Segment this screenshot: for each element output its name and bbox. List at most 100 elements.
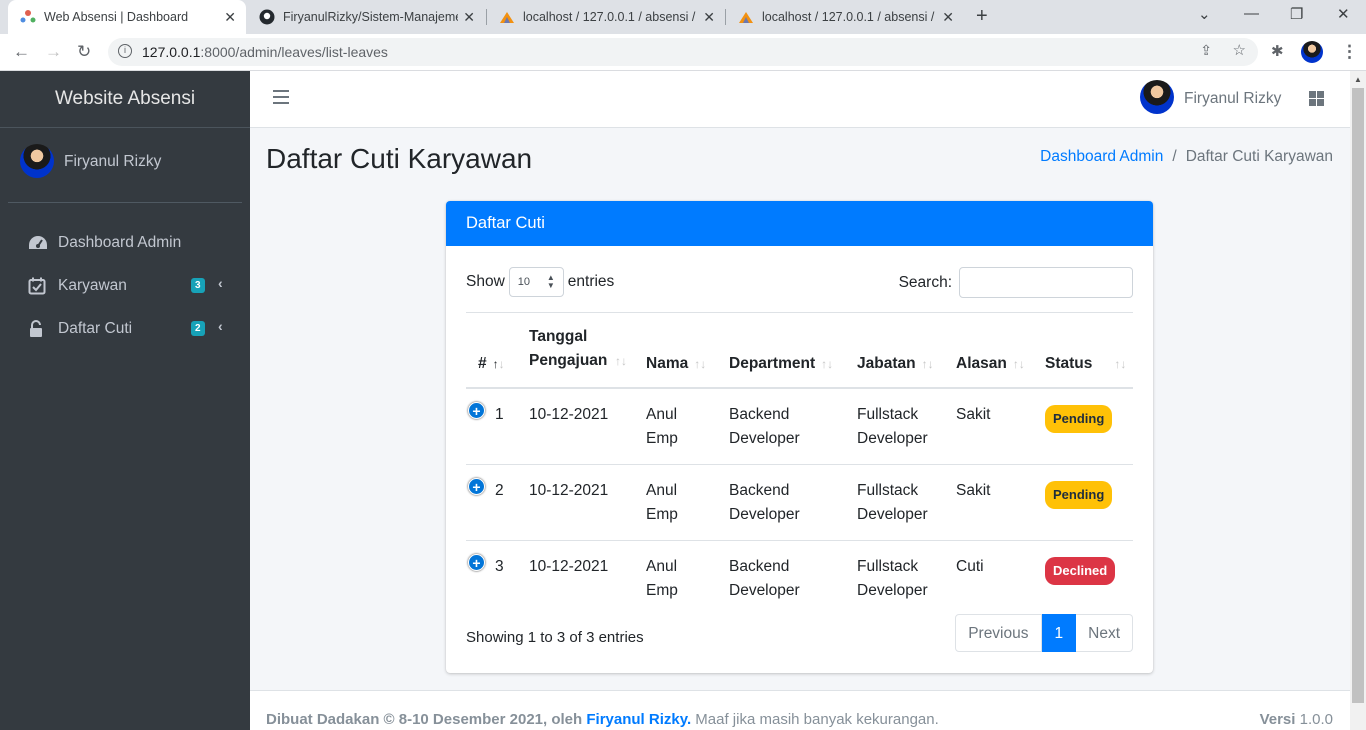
sort-icon: ↑↓ — [921, 356, 934, 371]
sort-icon: ↑↓ — [615, 353, 627, 368]
sidebar-item-daftar-cuti[interactable]: Daftar Cuti 2 ‹ — [8, 307, 242, 350]
status-badge: Pending — [1045, 480, 1113, 509]
column-header-nama[interactable]: Nama ↑↓ — [646, 312, 729, 389]
cell-tanggal: 10-12-2021 — [529, 557, 609, 575]
browser-tab[interactable]: localhost / 127.0.0.1 / absensi / le ✕ — [726, 0, 964, 34]
calendar-check-icon — [28, 277, 48, 295]
column-header-no[interactable]: # ↑↓ — [466, 312, 529, 389]
column-header-jabatan[interactable]: Jabatan ↑↓ — [857, 312, 956, 389]
browser-tab-active[interactable]: Web Absensi | Dashboard ✕ — [8, 0, 246, 34]
browser-tab-strip: Web Absensi | Dashboard ✕ FiryanulRizky/… — [0, 0, 1366, 34]
browser-tab-title: localhost / 127.0.0.1 / absensi / le — [762, 10, 937, 24]
sidebar-item-dashboard[interactable]: Dashboard Admin — [8, 221, 242, 264]
show-label: Show — [466, 273, 505, 290]
table-info: Showing 1 to 3 of 3 entries — [466, 629, 644, 646]
minimize-icon[interactable]: — — [1244, 5, 1259, 22]
pagination: Previous 1 Next — [955, 614, 1133, 652]
close-window-icon[interactable]: ✕ — [1337, 5, 1350, 23]
search-label: Search: — [898, 273, 952, 291]
url-text: 127.0.0.1:8000/admin/leaves/list-leaves — [142, 44, 388, 60]
avatar[interactable] — [1140, 80, 1174, 114]
table-row: +3 10-12-2021 Anul Emp Backend Developer… — [466, 540, 1133, 616]
count-badge: 3 — [191, 278, 205, 293]
address-bar[interactable]: i 127.0.0.1:8000/admin/leaves/list-leave… — [108, 38, 1258, 66]
browser-tab[interactable]: localhost / 127.0.0.1 / absensi / le ✕ — [487, 0, 725, 34]
column-header-status[interactable]: Status ↑↓ — [1045, 312, 1133, 389]
new-tab-icon[interactable]: + — [976, 5, 988, 28]
extensions-icon[interactable]: ✱ — [1271, 42, 1284, 60]
cell-department: Backend Developer — [729, 557, 800, 599]
column-header-department[interactable]: Department ↑↓ — [729, 312, 857, 389]
cell-tanggal: 10-12-2021 — [529, 387, 646, 465]
browser-tab-title: Web Absensi | Dashboard — [44, 10, 189, 24]
sidebar-user-panel: Firyanul Rizky — [8, 135, 242, 203]
phpmyadmin-icon — [738, 9, 754, 25]
sidebar-item-label: Daftar Cuti — [58, 319, 133, 337]
scrollbar-thumb[interactable] — [1352, 88, 1364, 703]
sidebar: Website Absensi Firyanul Rizky Dashboard… — [0, 71, 250, 730]
cell-jabatan: Fullstack Developer — [857, 464, 956, 541]
avatar — [20, 144, 54, 178]
cell-department: Backend Developer — [729, 387, 857, 465]
column-header-tanggal[interactable]: Tanggal Pengajuan ↑↓ — [529, 312, 646, 389]
sidebar-menu: Dashboard Admin Karyawan 3 ‹ Daftar Cuti… — [8, 221, 242, 350]
bookmark-star-icon[interactable]: ☆ — [1233, 41, 1246, 59]
profile-avatar[interactable] — [1301, 41, 1323, 63]
sidebar-user-name[interactable]: Firyanul Rizky — [64, 153, 161, 171]
footer-author-link[interactable]: Firyanul Rizky. — [586, 711, 691, 728]
table-row: +1 10-12-2021 Anul Emp Backend Developer… — [466, 387, 1133, 465]
sidebar-item-label: Dashboard Admin — [58, 233, 182, 251]
expand-row-icon[interactable]: + — [468, 553, 485, 571]
cell-status: Declined — [1045, 540, 1133, 616]
close-tab-icon[interactable]: ✕ — [224, 9, 236, 26]
back-icon[interactable]: ← — [13, 42, 30, 62]
sidebar-item-karyawan[interactable]: Karyawan 3 ‹ — [8, 264, 242, 307]
share-icon[interactable]: ⇪ — [1200, 42, 1212, 59]
browser-tab[interactable]: FiryanulRizky/Sistem-Manajemen ✕ — [247, 0, 485, 34]
brand-link[interactable]: Website Absensi — [0, 71, 250, 128]
sidebar-item-label: Karyawan — [58, 276, 127, 294]
breadcrumb-link-dashboard[interactable]: Dashboard Admin — [1040, 148, 1163, 165]
next-page-button[interactable]: Next — [1076, 614, 1133, 652]
breadcrumb-separator: / — [1172, 148, 1177, 165]
close-tab-icon[interactable]: ✕ — [463, 9, 475, 26]
forward-icon[interactable]: → — [45, 42, 62, 62]
page-footer: Dibuat Dadakan © 8-10 Desember 2021, ole… — [250, 690, 1350, 730]
tachometer-icon — [28, 234, 48, 252]
cell-nama: Anul Emp — [646, 557, 678, 599]
cell-status: Pending — [1045, 387, 1133, 465]
page-1-button[interactable]: 1 — [1041, 614, 1077, 652]
navbar-user-name[interactable]: Firyanul Rizky — [1184, 90, 1281, 108]
tab-search-icon[interactable]: ⌄ — [1198, 5, 1211, 23]
page-scrollbar[interactable]: ▲ — [1350, 71, 1366, 730]
scroll-up-icon[interactable]: ▲ — [1354, 75, 1362, 84]
browser-toolbar: ← → ↻ i 127.0.0.1:8000/admin/leaves/list… — [0, 34, 1366, 71]
close-tab-icon[interactable]: ✕ — [703, 9, 715, 26]
chevron-left-icon: ‹ — [218, 318, 223, 334]
search-input[interactable] — [959, 267, 1133, 298]
github-icon — [259, 9, 275, 25]
unlock-icon — [28, 319, 48, 338]
grid-apps-icon[interactable] — [1309, 91, 1324, 106]
hamburger-menu-icon[interactable] — [273, 90, 289, 108]
expand-row-icon[interactable]: + — [468, 477, 485, 495]
table-search: Search: — [899, 267, 1133, 298]
page-title: Daftar Cuti Karyawan — [266, 143, 533, 174]
column-header-alasan[interactable]: Alasan ↑↓ — [956, 312, 1045, 389]
entries-label: entries — [567, 273, 615, 290]
browser-menu-icon[interactable]: ⋮ — [1341, 42, 1358, 62]
cell-jabatan: Fullstack Developer — [857, 387, 956, 465]
count-badge: 2 — [191, 321, 205, 336]
previous-page-button[interactable]: Previous — [955, 614, 1042, 652]
restore-icon[interactable]: ❐ — [1290, 5, 1303, 23]
expand-row-icon[interactable]: + — [468, 401, 485, 419]
reload-icon[interactable]: ↻ — [77, 42, 91, 62]
close-tab-icon[interactable]: ✕ — [942, 9, 954, 26]
card-title: Daftar Cuti — [446, 201, 1153, 246]
entries-select[interactable]: 10 ▲ ▼ — [508, 267, 564, 297]
phpmyadmin-icon — [499, 9, 515, 25]
breadcrumb-current: Daftar Cuti Karyawan — [1185, 148, 1333, 165]
footer-note: Maaf jika masih banyak kekurangan. — [695, 711, 939, 728]
site-info-icon[interactable]: i — [118, 44, 132, 58]
browser-tab-title: localhost / 127.0.0.1 / absensi / le — [523, 10, 698, 24]
